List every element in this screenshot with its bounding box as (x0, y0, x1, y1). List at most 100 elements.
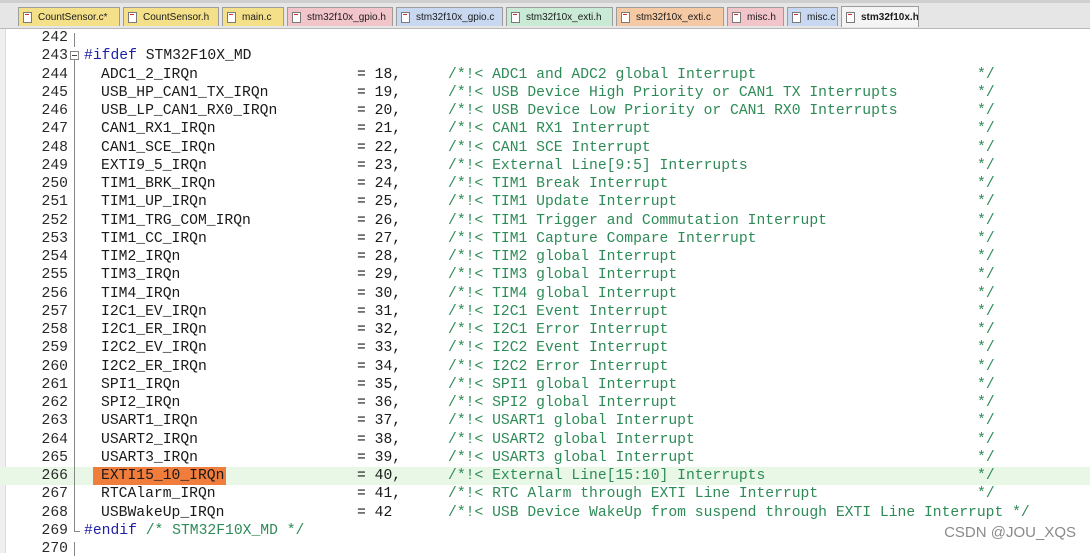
comment-end: */ (977, 249, 995, 265)
file-icon (621, 11, 630, 23)
tab-file[interactable]: stm32f10x_exti.c (616, 7, 724, 26)
code-line[interactable]: 260 I2C2_ER_IRQn = 34, /*!< I2C2 Error Inte… (0, 358, 1090, 376)
enum-value: = 19, (357, 84, 402, 101)
tab-file[interactable]: misc.h (727, 7, 784, 26)
code-line[interactable]: 250 TIM1_BRK_IRQn = 24, /*!< TIM1 Break Int… (0, 175, 1090, 193)
tab-label: stm32f10x_gpio.h (307, 11, 386, 23)
line-number: 260 (41, 358, 68, 375)
code-line[interactable]: 261 SPI1_IRQn = 35, /*!< SPI1 global Interr… (0, 376, 1090, 394)
comment-end: */ (977, 103, 995, 119)
code-line[interactable]: 262 SPI2_IRQn = 36, /*!< SPI2 global Interr… (0, 394, 1090, 412)
enum-value: = 33, (357, 340, 402, 357)
code-line[interactable]: 257 I2C1_EV_IRQn = 31, /*!< I2C1 Event Inte… (0, 303, 1090, 321)
enum-value: = 22, (357, 139, 402, 156)
enum-value: = 30, (357, 285, 402, 302)
line-number: 262 (41, 395, 68, 411)
enum-value: = 26, (357, 212, 402, 229)
comment-end: */ (977, 230, 995, 247)
code-line[interactable]: 242 (0, 29, 1090, 47)
endif-keyword: #endif (84, 522, 137, 539)
fold-collapse-icon[interactable] (70, 51, 79, 61)
code-line[interactable]: 267 RTCAlarm_IRQn = 41, /*!< RTC Alarm thro… (0, 485, 1090, 503)
preprocessor-directive: #ifdef STM32F10X_MD (84, 47, 252, 65)
tab-label: stm32f10x.h (861, 11, 919, 23)
tab-label: CountSensor.c* (38, 11, 108, 23)
enum-value: = 37, (357, 413, 402, 430)
line-number: 254 (41, 249, 68, 265)
code-line[interactable]: 270 (0, 540, 1090, 558)
code-comment: /*!< CAN1 RX1 Interrupt (448, 121, 651, 138)
enum-value: = 38, (357, 431, 402, 448)
code-line[interactable]: 254 TIM2_IRQn = 28, /*!< TIM2 global Interr… (0, 248, 1090, 266)
file-icon (292, 11, 301, 23)
tab-file[interactable]: CountSensor.c* (18, 7, 120, 26)
line-number: 264 (41, 431, 68, 448)
enum-identifier: I2C2_EV_IRQn (101, 340, 207, 357)
enum-identifier: I2C1_EV_IRQn (101, 303, 207, 320)
code-line[interactable]: 248 CAN1_SCE_IRQn = 22, /*!< CAN1 SCE Inter… (0, 139, 1090, 157)
toolbar-strip (0, 0, 1090, 3)
tab-file[interactable]: stm32f10x_exti.h (506, 7, 613, 26)
code-comment: /*!< USB Device WakeUp from suspend thro… (448, 504, 1030, 521)
code-line-current[interactable]: 266 EXTI15_10_IRQn = 40, /*!< External Line… (0, 467, 1090, 486)
file-icon (732, 11, 741, 23)
code-line[interactable]: 244 ADC1_2_IRQn = 18, /*!< ADC1 and ADC2 gl… (0, 66, 1090, 84)
enum-value: = 32, (357, 322, 402, 338)
code-line[interactable]: 268 USBWakeUp_IRQn = 42 /*!< USB Device Wak… (0, 504, 1090, 522)
comment-end: */ (977, 157, 995, 174)
watermark: CSDN @JOU_XQS (944, 524, 1076, 541)
file-icon (401, 11, 410, 23)
enum-identifier: USART2_IRQn (101, 431, 198, 448)
code-line[interactable]: 249 EXTI9_5_IRQn = 23, /*!< External Line[9… (0, 157, 1090, 175)
tab-file[interactable]: stm32f10x_gpio.h (287, 7, 393, 26)
tab-file[interactable]: main.c (222, 7, 284, 26)
code-line[interactable]: 252 TIM1_TRG_COM_IRQn = 26, /*!< TIM1 Trigg… (0, 212, 1090, 230)
enum-value: = 34, (357, 358, 402, 375)
enum-value: = 24, (357, 176, 402, 192)
tab-file[interactable]: stm32f10x_gpio.c (396, 7, 503, 26)
endif-comment: /* STM32F10X_MD */ (145, 522, 305, 539)
code-line[interactable]: 263 USART1_IRQn = 37, /*!< USART1 global In… (0, 412, 1090, 430)
enum-value: = 27, (357, 230, 402, 247)
tab-file[interactable]: misc.c (787, 7, 838, 26)
enum-value: = 28, (357, 249, 402, 265)
enum-identifier: EXTI9_5_IRQn (101, 157, 207, 174)
code-comment: /*!< TIM1 Update Interrupt (448, 194, 678, 211)
comment-end: */ (977, 449, 995, 466)
code-line[interactable]: 247 CAN1_RX1_IRQn = 21, /*!< CAN1 RX1 Inter… (0, 120, 1090, 138)
code-line[interactable]: 258 I2C1_ER_IRQn = 32, /*!< I2C1 Error Inte… (0, 321, 1090, 339)
code-comment: /*!< External Line[9:5] Interrupts (448, 157, 748, 174)
line-number: 243 (41, 48, 68, 65)
code-line[interactable]: 269 #endif /* STM32F10X_MD */ (0, 522, 1090, 540)
enum-identifier: TIM4_IRQn (101, 285, 181, 302)
code-line[interactable]: 245 USB_HP_CAN1_TX_IRQn = 19, /*!< USB Devi… (0, 84, 1090, 102)
code-comment: /*!< External Line[15:10] Interrupts (448, 468, 766, 484)
file-icon (227, 11, 236, 23)
code-line[interactable]: 251 TIM1_UP_IRQn = 25, /*!< TIM1 Update Int… (0, 193, 1090, 211)
tab-file[interactable]: CountSensor.h (123, 7, 219, 26)
enum-value: = 18, (357, 66, 402, 83)
code-line[interactable]: 265 USART3_IRQn = 39, /*!< USART3 global In… (0, 449, 1090, 467)
enum-identifier: USBWakeUp_IRQn (101, 504, 225, 521)
code-line[interactable]: 259 I2C2_EV_IRQn = 33, /*!< I2C2 Event Inte… (0, 339, 1090, 357)
code-line[interactable]: 256 TIM4_IRQn = 30, /*!< TIM4 global Interr… (0, 285, 1090, 303)
code-editor[interactable]: 242 243 #ifdef STM32F10X_MD 244 ADC1_2_IRQn =… (0, 29, 1090, 557)
tab-label: stm32f10x_exti.h (526, 11, 602, 23)
line-number: 250 (41, 176, 68, 192)
code-comment: /*!< CAN1 SCE Interrupt (448, 139, 651, 156)
comment-end: */ (977, 303, 995, 320)
enum-identifier: USB_HP_CAN1_TX_IRQn (101, 84, 269, 101)
line-number: 267 (41, 486, 68, 503)
comment-end: */ (977, 468, 995, 484)
comment-end: */ (977, 121, 995, 138)
comment-end: */ (977, 376, 995, 393)
code-line[interactable]: 264 USART2_IRQn = 38, /*!< USART2 global In… (0, 431, 1090, 449)
code-line[interactable]: 255 TIM3_IRQn = 29, /*!< TIM3 global Interr… (0, 266, 1090, 284)
code-line[interactable]: 243 #ifdef STM32F10X_MD (0, 47, 1090, 65)
comment-end: */ (977, 139, 995, 156)
line-number: 259 (41, 340, 68, 357)
code-line[interactable]: 246 USB_LP_CAN1_RX0_IRQn = 20, /*!< USB Dev… (0, 102, 1090, 120)
enum-identifier: USART1_IRQn (101, 413, 198, 430)
tab-file[interactable]: stm32f10x.h (841, 6, 919, 27)
code-line[interactable]: 253 TIM1_CC_IRQn = 27, /*!< TIM1 Capture Co… (0, 230, 1090, 248)
